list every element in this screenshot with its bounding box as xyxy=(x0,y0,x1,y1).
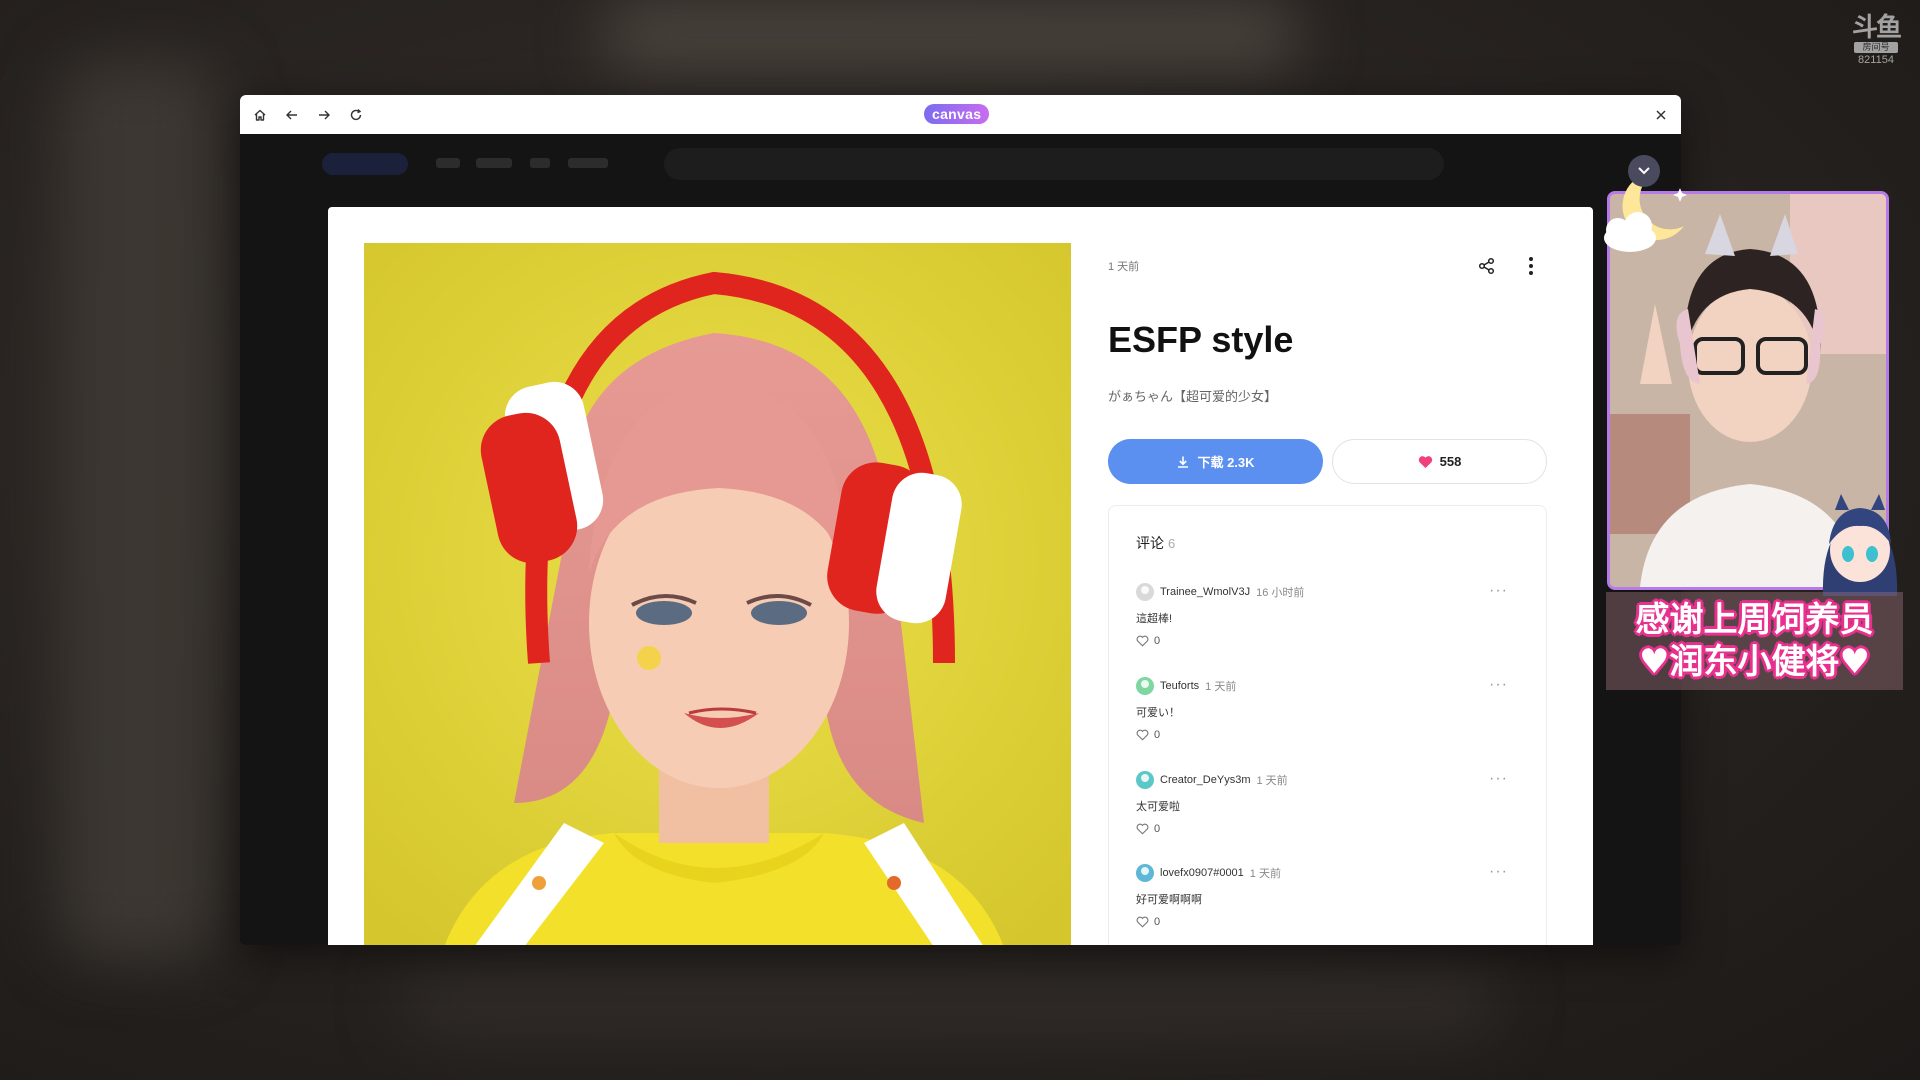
arrow-left-icon xyxy=(286,110,297,120)
heart-outline-icon xyxy=(1136,823,1149,835)
more-vertical-icon xyxy=(1529,257,1533,275)
browser-window: canvas 1 天前 ESFP style がぁちゃん【超可爱的少女】 下载 … xyxy=(240,95,1681,945)
heart-icon xyxy=(1418,455,1432,468)
comment-user[interactable]: Teuforts xyxy=(1160,680,1199,692)
artwork-image xyxy=(364,243,1071,945)
comment-like-button[interactable]: 0 xyxy=(1136,916,1176,928)
chevron-down-icon xyxy=(1638,167,1650,175)
download-button[interactable]: 下载 2.3K xyxy=(1108,439,1323,484)
comments-count: 6 xyxy=(1168,536,1176,551)
comment-text: 好可爱啊啊啊 xyxy=(1136,894,1202,906)
comment-item: Teuforts 1 天前 ··· 可爱い！ 0 xyxy=(1136,676,1526,766)
comment-like-count: 0 xyxy=(1154,729,1161,741)
douyu-logo: 斗鱼 xyxy=(1851,12,1902,42)
forward-button[interactable] xyxy=(312,103,336,127)
comments-header: 评论 6 xyxy=(1136,533,1175,553)
comment-more-button[interactable]: ··· xyxy=(1489,864,1508,880)
post-detail-modal: 1 天前 ESFP style がぁちゃん【超可爱的少女】 下载 2.3K 55… xyxy=(328,207,1593,945)
comments-section: 评论 6 Trainee_WmolV3J 16 小时前 ··· 這超棒! 0 T… xyxy=(1108,505,1547,945)
share-icon xyxy=(1478,257,1495,275)
home-icon xyxy=(254,109,266,121)
dimmed-nav-text xyxy=(530,158,550,168)
banner-line-2: ♥润东小健将♥ xyxy=(1639,642,1870,682)
comment-text: 太可爱啦 xyxy=(1136,801,1180,813)
comment-like-button[interactable]: 0 xyxy=(1136,823,1176,835)
dimmed-nav-text xyxy=(476,158,512,168)
comment-text: 可爱い！ xyxy=(1136,707,1180,719)
download-icon xyxy=(1178,456,1189,468)
post-time: 1 天前 xyxy=(1108,261,1140,273)
comment-item: Creator_DeYys3m 1 天前 ··· 太可爱啦 0 xyxy=(1136,770,1526,860)
dimmed-search-bar xyxy=(664,148,1444,180)
comment-like-button[interactable]: 0 xyxy=(1136,729,1176,741)
comment-like-button[interactable]: 0 xyxy=(1136,635,1176,647)
comment-item: Trainee_WmolV3J 16 小时前 ··· 這超棒! 0 xyxy=(1136,582,1526,672)
comment-text: 這超棒! xyxy=(1136,613,1173,625)
close-icon xyxy=(1656,110,1666,120)
comment-time: 1 天前 xyxy=(1256,775,1288,787)
comment-user[interactable]: Trainee_WmolV3J xyxy=(1160,586,1250,598)
banner-line-1: 感谢上周饲养员 xyxy=(1635,600,1874,640)
room-tag: 房间号 xyxy=(1854,42,1898,53)
comment-item: lovefx0907#0001 1 天前 ··· 好可爱啊啊啊 0 xyxy=(1136,863,1526,945)
dimmed-nav-text xyxy=(568,158,608,168)
comment-like-count: 0 xyxy=(1154,635,1161,647)
share-button[interactable] xyxy=(1472,251,1502,281)
post-author[interactable]: がぁちゃん【超可爱的少女】 xyxy=(1108,386,1277,405)
comment-time: 1 天前 xyxy=(1205,681,1237,693)
post-title: ESFP style xyxy=(1108,319,1294,360)
collapse-overlay-button[interactable] xyxy=(1628,155,1660,187)
comment-more-button[interactable]: ··· xyxy=(1489,771,1508,787)
comments-title: 评论 xyxy=(1136,535,1164,551)
canvas-logo: canvas xyxy=(924,104,990,124)
heart-outline-icon xyxy=(1136,729,1149,741)
stream-thanks-banner: 感谢上周饲养员 ♥润东小健将♥ xyxy=(1606,592,1903,690)
download-label: 下载 2.3K xyxy=(1197,455,1255,470)
back-button[interactable] xyxy=(280,103,304,127)
comment-time: 1 天前 xyxy=(1249,868,1281,880)
avatar[interactable] xyxy=(1136,771,1154,789)
avatar[interactable] xyxy=(1136,864,1154,882)
dimmed-nav-text xyxy=(436,158,460,168)
chibi-mascot-decoration xyxy=(1822,494,1898,596)
background-blur xyxy=(600,0,1300,70)
reload-button[interactable] xyxy=(344,103,368,127)
avatar[interactable] xyxy=(1136,583,1154,601)
like-count: 558 xyxy=(1439,454,1462,469)
arrow-right-icon xyxy=(319,110,330,120)
more-options-button[interactable] xyxy=(1516,251,1546,281)
comment-more-button[interactable]: ··· xyxy=(1489,583,1508,599)
browser-titlebar: canvas xyxy=(240,95,1681,135)
comment-user[interactable]: lovefx0907#0001 xyxy=(1160,867,1244,879)
heart-outline-icon xyxy=(1136,916,1149,928)
comment-time: 16 小时前 xyxy=(1256,587,1305,599)
avatar[interactable] xyxy=(1136,677,1154,695)
reload-icon xyxy=(350,109,362,121)
heart-outline-icon xyxy=(1136,635,1149,647)
comment-user[interactable]: Creator_DeYys3m xyxy=(1160,774,1250,786)
room-number: 821154 xyxy=(1858,54,1894,66)
comment-like-count: 0 xyxy=(1154,916,1161,928)
comment-like-count: 0 xyxy=(1154,823,1161,835)
background-blur xyxy=(400,960,1500,1040)
close-window-button[interactable] xyxy=(1649,103,1673,127)
dimmed-nav-pill xyxy=(322,153,408,175)
like-button[interactable]: 558 xyxy=(1332,439,1547,484)
home-button[interactable] xyxy=(248,103,272,127)
comment-more-button[interactable]: ··· xyxy=(1489,677,1508,693)
background-blur xyxy=(60,60,220,960)
douyu-watermark: 斗鱼 房间号 821154 xyxy=(1848,14,1904,66)
